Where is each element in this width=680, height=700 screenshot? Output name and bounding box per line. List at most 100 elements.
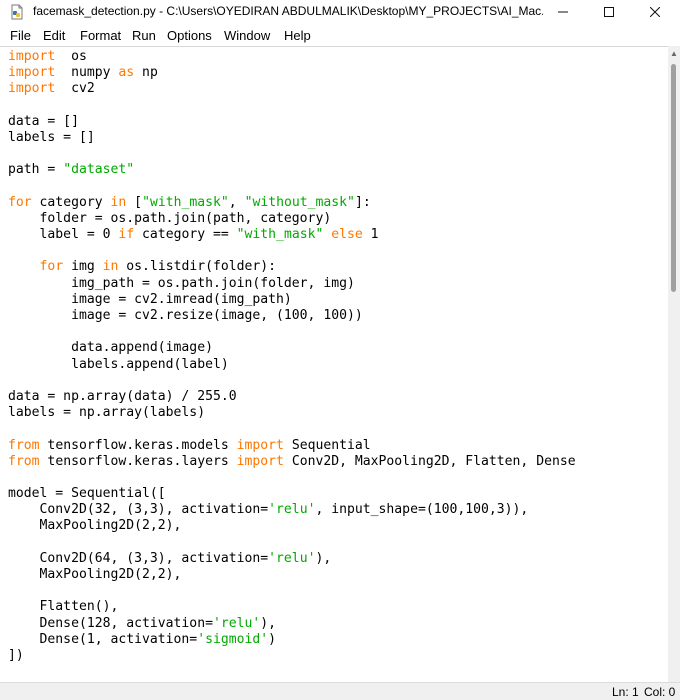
minimize-icon xyxy=(558,11,568,13)
code-token: ]) xyxy=(8,647,24,663)
code-token: if xyxy=(118,227,135,243)
code-line: folder = os.path.join(path, category) xyxy=(8,211,576,227)
code-token: MaxPooling2D(2,2), xyxy=(8,567,182,582)
code-token: , xyxy=(228,194,245,210)
code-line: MaxPooling2D(2,2), xyxy=(8,567,576,583)
menu-format[interactable]: Format xyxy=(80,28,121,43)
code-token: import xyxy=(8,65,56,81)
code-line: labels.append(label) xyxy=(8,357,576,373)
title-bar[interactable]: facemask_detection.py - C:\Users\OYEDIRA… xyxy=(0,0,680,24)
code-token: labels = [] xyxy=(8,129,95,145)
code-line: import cv2 xyxy=(8,81,576,97)
code-token: for xyxy=(39,259,64,275)
menu-file[interactable]: File xyxy=(10,28,31,43)
code-line: for category in ["with_mask", "without_m… xyxy=(8,195,576,211)
code-token: 1 xyxy=(362,227,379,243)
code-token: category == xyxy=(134,227,237,243)
code-token: ), xyxy=(260,615,277,631)
code-token: image = cv2.resize(image, (100, 100)) xyxy=(8,308,363,323)
menu-window[interactable]: Window xyxy=(224,28,270,43)
code-token: tensorflow.keras.layers xyxy=(39,453,237,469)
code-line: MaxPooling2D(2,2), xyxy=(8,518,576,534)
code-line: Flatten(), xyxy=(8,599,576,615)
code-line: model = Sequential([ xyxy=(8,486,576,502)
code-token: np xyxy=(134,65,158,81)
code-token: Conv2D(64, (3,3), activation= xyxy=(8,550,269,566)
code-token: 'relu' xyxy=(212,615,261,631)
menu-run[interactable]: Run xyxy=(132,28,156,43)
code-line: Dense(128, activation='relu'), xyxy=(8,616,576,632)
code-token: import xyxy=(236,437,284,453)
code-line: ]) xyxy=(8,648,576,664)
code-token: from xyxy=(8,437,40,453)
code-token: Dense(1, activation= xyxy=(8,631,198,647)
code-token: else xyxy=(323,227,363,243)
vertical-scrollbar[interactable]: ▲ xyxy=(668,46,680,682)
menu-edit[interactable]: Edit xyxy=(43,28,65,43)
code-line: path = "dataset" xyxy=(8,162,576,178)
code-line: image = cv2.resize(image, (100, 100)) xyxy=(8,308,576,324)
python-file-icon xyxy=(11,4,23,20)
code-token: import xyxy=(8,81,56,97)
code-line: from tensorflow.keras.models import Sequ… xyxy=(8,438,576,454)
code-line: label = 0 if category == "with_mask" els… xyxy=(8,227,576,243)
code-line: Conv2D(32, (3,3), activation='relu', inp… xyxy=(8,502,576,518)
close-button[interactable] xyxy=(632,0,678,24)
code-token: in xyxy=(110,194,127,210)
code-line: labels = np.array(labels) xyxy=(8,405,576,421)
code-text[interactable]: import os import numpy as np import cv2 da… xyxy=(8,49,576,664)
code-token: os.listdir(folder): xyxy=(118,259,277,275)
minimize-button[interactable] xyxy=(540,0,586,24)
code-token: "with_mask" xyxy=(236,227,324,243)
code-token: data = [] xyxy=(8,113,79,129)
line-number-status: Ln: 1 xyxy=(612,685,639,699)
code-token: tensorflow.keras.models xyxy=(39,437,237,453)
scrollbar-thumb[interactable] xyxy=(671,64,676,292)
code-line: from tensorflow.keras.layers import Conv… xyxy=(8,454,576,470)
code-token: path = xyxy=(8,162,64,178)
code-token: Sequential xyxy=(283,437,371,453)
code-token: for xyxy=(8,194,32,210)
column-number-status: Col: 0 xyxy=(644,685,676,699)
code-line: Conv2D(64, (3,3), activation='relu'), xyxy=(8,551,576,567)
code-token: "without_mask" xyxy=(244,194,355,210)
code-token: as xyxy=(118,65,135,81)
code-token: Conv2D(32, (3,3), activation= xyxy=(8,502,269,518)
code-line: import os xyxy=(8,49,576,65)
code-token: , input_shape=(100,100,3)), xyxy=(315,502,529,518)
code-line: image = cv2.imread(img_path) xyxy=(8,292,576,308)
maximize-button[interactable] xyxy=(586,0,632,24)
scroll-up-arrow-icon[interactable]: ▲ xyxy=(668,46,680,60)
code-token: "with_mask" xyxy=(142,194,229,210)
code-token: folder = os.path.join(path, category) xyxy=(8,210,332,226)
status-bar: Ln: 1 Col: 0 xyxy=(0,682,680,700)
code-line: data = np.array(data) / 255.0 xyxy=(8,389,576,405)
code-token: model = Sequential([ xyxy=(8,486,166,502)
code-token: ), xyxy=(315,550,332,566)
code-token: ) xyxy=(268,631,277,647)
code-token: image = cv2.imread(img_path) xyxy=(8,291,292,307)
code-line: labels = [] xyxy=(8,130,576,146)
code-token: data = np.array(data) / 255.0 xyxy=(8,388,237,404)
maximize-icon xyxy=(604,7,614,17)
code-token: 'sigmoid' xyxy=(197,631,269,647)
code-token: cv2 xyxy=(55,81,95,97)
code-editor[interactable]: import os import numpy as np import cv2 da… xyxy=(0,46,668,683)
code-token: Conv2D, MaxPooling2D, Flatten, Dense xyxy=(283,453,576,469)
code-token: label = 0 xyxy=(8,227,119,243)
code-token: category xyxy=(31,194,111,210)
code-token: os xyxy=(55,49,87,64)
menu-help[interactable]: Help xyxy=(284,28,311,43)
menu-options[interactable]: Options xyxy=(167,28,212,43)
code-token: Dense(128, activation= xyxy=(8,615,213,631)
